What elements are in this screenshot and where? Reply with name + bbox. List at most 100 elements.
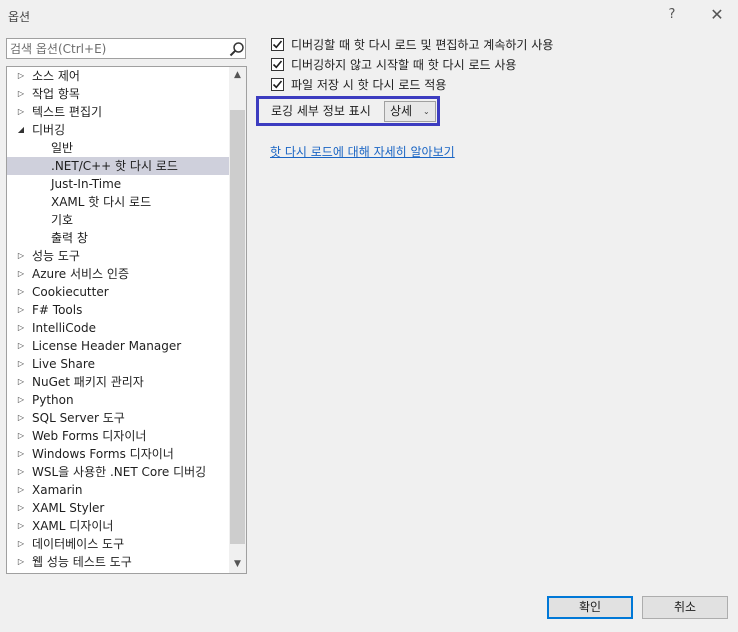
tree-item[interactable]: Just-In-Time: [7, 175, 229, 193]
tree-item[interactable]: ▷ Cookiecutter: [7, 283, 229, 301]
search-box[interactable]: [6, 38, 246, 59]
checkbox-hot-reload-debugging[interactable]: [271, 38, 284, 51]
tree-item[interactable]: ▷ XAML 디자이너: [7, 517, 229, 535]
tree-item-label: 작업 항목: [32, 87, 80, 101]
tree-item[interactable]: ▷ Azure 서비스 인증: [7, 265, 229, 283]
tree-item-label: 웹 성능 테스트 도구: [32, 555, 132, 569]
tree-item-label: Azure 서비스 인증: [32, 267, 129, 281]
tree-item-label: 디버깅: [32, 123, 66, 137]
option-label: 파일 저장 시 핫 다시 로드 적용: [291, 78, 447, 92]
collapsed-arrow-icon[interactable]: ▷: [15, 499, 27, 517]
collapsed-arrow-icon[interactable]: ▷: [15, 265, 27, 283]
learn-more-link[interactable]: 핫 다시 로드에 대해 자세히 알아보기: [270, 143, 455, 160]
tree-item[interactable]: ▷ Python: [7, 391, 229, 409]
checkbox-hot-reload-no-debugging[interactable]: [271, 58, 284, 71]
checkbox-hot-reload-on-save[interactable]: [271, 78, 284, 91]
collapsed-arrow-icon[interactable]: ▷: [15, 373, 27, 391]
collapsed-arrow-icon[interactable]: ▷: [15, 283, 27, 301]
tree-item-label: XAML Styler: [32, 501, 105, 515]
tree-item-label: Xamarin: [32, 483, 83, 497]
collapsed-arrow-icon[interactable]: ▷: [15, 247, 27, 265]
tree-item[interactable]: ▷ 작업 항목: [7, 85, 229, 103]
checkmark-icon: [272, 80, 283, 89]
cancel-button[interactable]: 취소: [642, 596, 728, 619]
tree-scrollbar[interactable]: ▲ ▼: [229, 67, 246, 573]
tree-item[interactable]: ▷ 텍스트 편집기: [7, 103, 229, 121]
tree-item[interactable]: ▷ SQL Server 도구: [7, 409, 229, 427]
expanded-arrow-icon[interactable]: ◢: [15, 121, 27, 139]
collapsed-arrow-icon[interactable]: ▷: [15, 85, 27, 103]
tree-item[interactable]: ▷ NuGet 패키지 관리자: [7, 373, 229, 391]
dropdown-selected-value: 상세: [390, 104, 413, 118]
tree-item[interactable]: ▷ Windows Forms 디자이너: [7, 445, 229, 463]
tree-item[interactable]: ▷ XAML Styler: [7, 499, 229, 517]
close-button[interactable]: ✕: [704, 5, 730, 25]
collapsed-arrow-icon[interactable]: ▷: [15, 463, 27, 481]
tree-item[interactable]: ▷ 웹 성능 테스트 도구: [7, 553, 229, 571]
option-label: 디버깅하지 않고 시작할 때 핫 다시 로드 사용: [291, 58, 517, 72]
window-title: 옵션: [8, 10, 31, 24]
collapsed-arrow-icon[interactable]: ▷: [15, 517, 27, 535]
tree-item[interactable]: .NET/C++ 핫 다시 로드: [7, 157, 229, 175]
tree-item[interactable]: ◢ 디버깅: [7, 121, 229, 139]
tree-item-label: License Header Manager: [32, 339, 182, 353]
title-bar: 옵션 ? ✕: [0, 0, 738, 30]
tree-item-label: XAML 디자이너: [32, 519, 114, 533]
collapsed-arrow-icon[interactable]: ▷: [15, 301, 27, 319]
collapsed-arrow-icon[interactable]: ▷: [15, 427, 27, 445]
search-input[interactable]: [10, 40, 220, 57]
collapsed-arrow-icon[interactable]: ▷: [15, 337, 27, 355]
collapsed-arrow-icon[interactable]: ▷: [15, 103, 27, 121]
tree-item[interactable]: ▷ IntelliCode: [7, 319, 229, 337]
help-button[interactable]: ?: [659, 5, 685, 25]
tree-item[interactable]: ▷ F# Tools: [7, 301, 229, 319]
tree-item[interactable]: ▷ WSL을 사용한 .NET Core 디버깅: [7, 463, 229, 481]
logging-verbosity-label: 로깅 세부 정보 표시: [271, 104, 371, 118]
collapsed-arrow-icon[interactable]: ▷: [15, 535, 27, 553]
option-label: 디버깅할 때 핫 다시 로드 및 편집하고 계속하기 사용: [291, 38, 554, 52]
collapsed-arrow-icon[interactable]: ▷: [15, 67, 27, 85]
collapsed-arrow-icon[interactable]: ▷: [15, 391, 27, 409]
collapsed-arrow-icon[interactable]: ▷: [15, 445, 27, 463]
tree-item[interactable]: ▷ Xamarin: [7, 481, 229, 499]
search-icon[interactable]: [229, 41, 245, 57]
tree-item-label: 데이터베이스 도구: [32, 537, 125, 551]
tree-item[interactable]: XAML 핫 다시 로드: [7, 193, 229, 211]
tree-item-label: Cookiecutter: [32, 285, 109, 299]
tree-item[interactable]: ▷ License Header Manager: [7, 337, 229, 355]
tree-item[interactable]: ▷ 성능 도구: [7, 247, 229, 265]
logging-verbosity-dropdown[interactable]: 상세 ⌄: [384, 101, 436, 122]
tree-item[interactable]: ▷ 소스 제어: [7, 67, 229, 85]
options-tree: ▷ 소스 제어 ▷ 작업 항목 ▷ 텍스트 편집기 ◢ 디버깅 일반 .NET/C++ 핫 다시 …: [6, 66, 247, 574]
collapsed-arrow-icon[interactable]: ▷: [15, 553, 27, 571]
tree-item-label: SQL Server 도구: [32, 411, 125, 425]
tree-item[interactable]: 기호: [7, 211, 229, 229]
scroll-thumb[interactable]: [230, 110, 245, 544]
tree-item-label: XAML 핫 다시 로드: [51, 195, 152, 209]
tree-item-label: 기호: [51, 213, 74, 227]
tree-item-label: Web Forms 디자이너: [32, 429, 147, 443]
scroll-up-arrow-icon[interactable]: ▲: [229, 67, 246, 84]
tree-item[interactable]: ▷ 데이터베이스 도구: [7, 535, 229, 553]
tree-item-label: 일반: [51, 141, 74, 155]
tree-item-label: F# Tools: [32, 303, 83, 317]
tree-item[interactable]: ▷ Live Share: [7, 355, 229, 373]
scroll-down-arrow-icon[interactable]: ▼: [229, 556, 246, 573]
tree-item-label: IntelliCode: [32, 321, 96, 335]
collapsed-arrow-icon[interactable]: ▷: [15, 355, 27, 373]
ok-button[interactable]: 확인: [547, 596, 633, 619]
tree-item[interactable]: 출력 창: [7, 229, 229, 247]
tree-item-label: Live Share: [32, 357, 95, 371]
tree-item-label: WSL을 사용한 .NET Core 디버깅: [32, 465, 207, 479]
collapsed-arrow-icon[interactable]: ▷: [15, 481, 27, 499]
tree-item-label: Python: [32, 393, 74, 407]
tree-item-label: 출력 창: [51, 231, 88, 245]
tree-item-label: NuGet 패키지 관리자: [32, 375, 144, 389]
chevron-down-icon: ⌄: [423, 107, 430, 116]
tree-item[interactable]: ▷ Web Forms 디자이너: [7, 427, 229, 445]
collapsed-arrow-icon[interactable]: ▷: [15, 319, 27, 337]
collapsed-arrow-icon[interactable]: ▷: [15, 409, 27, 427]
tree-items: ▷ 소스 제어 ▷ 작업 항목 ▷ 텍스트 편집기 ◢ 디버깅 일반 .NET/C++ 핫 다시 …: [7, 67, 229, 571]
tree-item[interactable]: 일반: [7, 139, 229, 157]
tree-item-label: Just-In-Time: [51, 177, 122, 191]
